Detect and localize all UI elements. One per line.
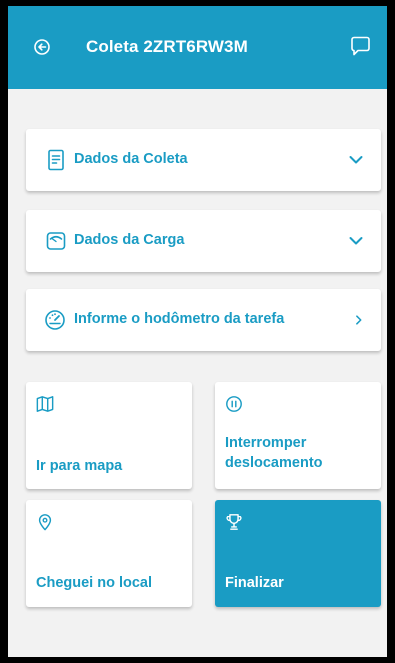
trophy-icon [226, 514, 242, 530]
interromper-deslocamento-button[interactable]: Interromper deslocamento [215, 382, 381, 489]
action-label: Ir para mapa [36, 458, 123, 474]
finalizar-button[interactable]: Finalizar [215, 500, 381, 607]
document-icon [48, 149, 64, 171]
speedometer-icon [45, 310, 65, 330]
section-label: Dados da Coleta [74, 151, 188, 167]
action-label-line1: Interromper [225, 435, 307, 451]
back-arrow-circle-icon[interactable] [34, 39, 50, 55]
ir-para-mapa-button[interactable]: Ir para mapa [26, 382, 192, 489]
cheguei-no-local-button[interactable]: Cheguei no local [26, 500, 192, 607]
section-label: Dados da Carga [74, 232, 185, 248]
map-icon [36, 396, 54, 412]
section-dados-da-coleta[interactable]: Dados da Coleta [26, 129, 381, 191]
section-hodometro[interactable]: Informe o hodômetro da tarefa [26, 289, 381, 351]
action-label-line2: deslocamento [225, 455, 323, 471]
page-title: Coleta 2ZRT6RW3M [86, 37, 248, 56]
action-label: Cheguei no local [36, 575, 153, 591]
location-pin-icon [38, 514, 52, 531]
cargo-icon [46, 232, 66, 250]
pause-icon [226, 396, 242, 412]
app-header: Coleta 2ZRT6RW3M [8, 6, 387, 89]
chevron-down-icon[interactable] [349, 234, 363, 248]
chevron-right-icon[interactable] [353, 313, 365, 327]
chat-bubble-icon[interactable] [351, 36, 370, 56]
section-label: Informe o hodômetro da tarefa [74, 311, 285, 327]
action-label: Finalizar [225, 575, 284, 591]
chevron-down-icon[interactable] [349, 153, 363, 167]
section-dados-da-carga[interactable]: Dados da Carga [26, 210, 381, 272]
app-screen: Coleta 2ZRT6RW3M Dados da Coleta Dados d… [8, 6, 387, 657]
